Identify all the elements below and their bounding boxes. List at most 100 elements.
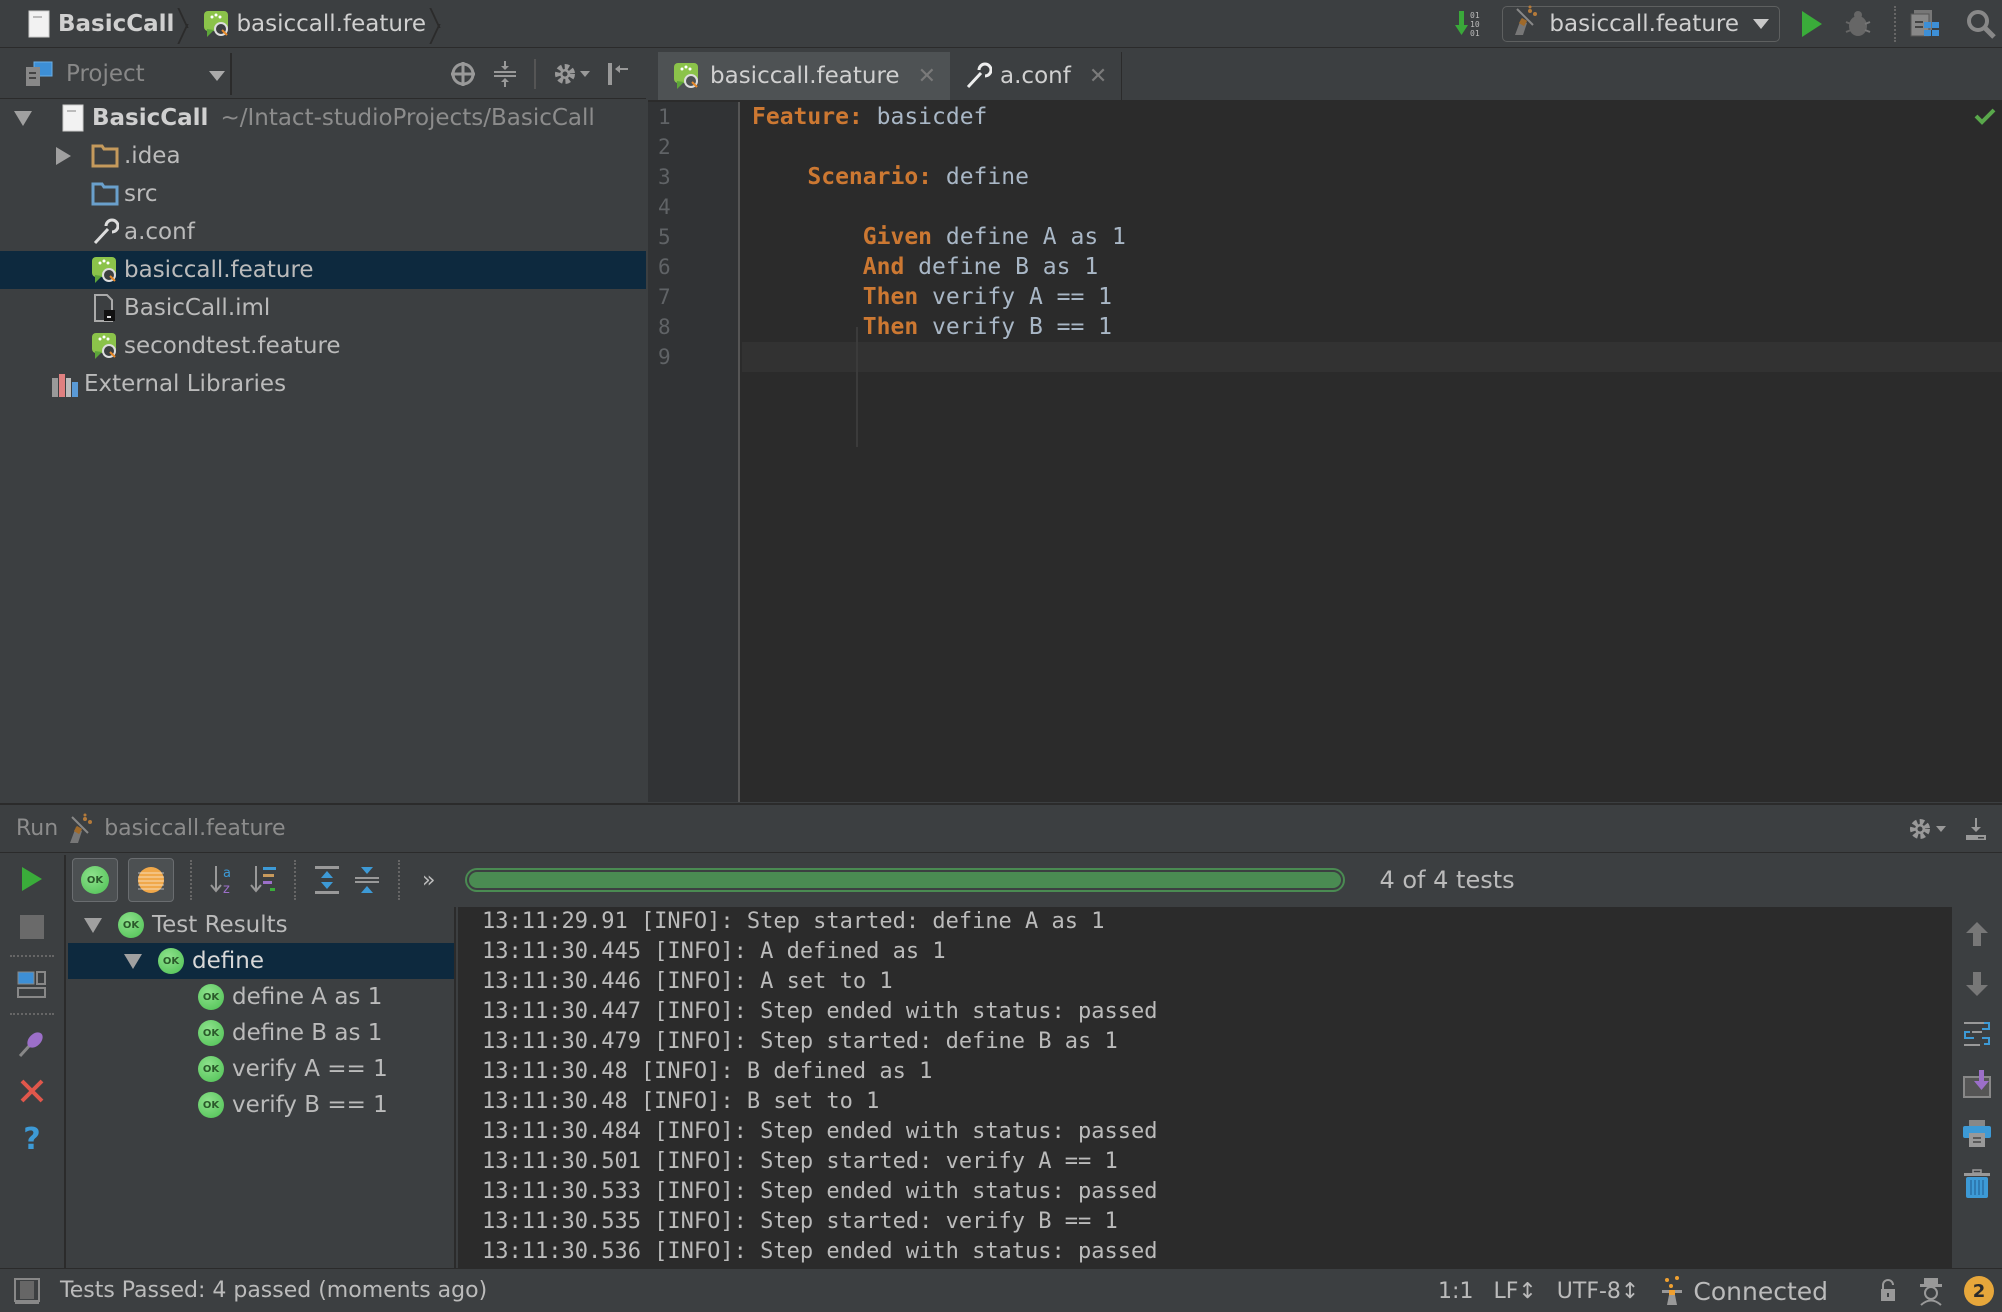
expand-arrow-icon[interactable]	[48, 147, 78, 165]
more-actions-icon[interactable]: »	[422, 868, 435, 893]
breadcrumb-label: basiccall.feature	[236, 10, 427, 37]
soft-wrap-button[interactable]	[1957, 1015, 1997, 1053]
test-node-label: verify B == 1	[232, 1092, 388, 1118]
expand-arrow-icon[interactable]	[118, 953, 148, 969]
sort-alphabetically-icon[interactable]: az	[208, 864, 238, 896]
console-toolbar	[1952, 907, 2002, 1270]
ok-icon: OK	[81, 866, 109, 894]
layout-button[interactable]	[0, 961, 65, 1009]
inspection-ok-icon[interactable]	[1974, 107, 1996, 129]
scroll-up-button[interactable]	[1957, 915, 1997, 953]
collapse-all-icon[interactable]	[492, 60, 518, 88]
breadcrumb-file[interactable]: basiccall.feature	[196, 0, 448, 48]
readonly-lock-icon[interactable]	[1878, 1279, 1898, 1303]
scroll-to-end-button[interactable]	[1957, 1065, 1997, 1103]
gear-icon[interactable]	[1907, 816, 1946, 842]
svg-text:01: 01	[1470, 11, 1480, 20]
pin-button[interactable]	[0, 1019, 65, 1067]
expand-arrow-icon[interactable]	[8, 110, 38, 126]
test-node-root[interactable]: OK Test Results	[68, 907, 454, 943]
locate-icon[interactable]	[450, 61, 476, 87]
indent-guide	[856, 327, 858, 447]
tab-basiccall-feature[interactable]: basiccall.feature ✕	[658, 52, 951, 100]
tree-item-idea[interactable]: .idea	[0, 137, 646, 175]
tree-item-external-libraries[interactable]: External Libraries	[0, 365, 646, 403]
hector-inspector-icon[interactable]	[1918, 1276, 1944, 1306]
close-icon[interactable]: ✕	[918, 64, 936, 89]
rerun-button[interactable]	[0, 855, 65, 903]
breadcrumb-label: BasicCall	[58, 10, 175, 37]
test-node-step[interactable]: OK verify A == 1	[68, 1051, 454, 1087]
code-line-current	[742, 342, 2002, 372]
svg-text:10: 10	[1470, 20, 1480, 29]
test-node-step[interactable]: OK verify B == 1	[68, 1087, 454, 1123]
console-line: 13:11:30.536 [INFO]: Step ended with sta…	[482, 1239, 1158, 1264]
project-view-selector[interactable]: Project	[66, 61, 145, 87]
ok-icon: OK	[198, 984, 224, 1010]
tree-item-secondtest-feature[interactable]: secondtest.feature	[0, 327, 646, 365]
run-configuration-selector[interactable]: basiccall.feature	[1502, 5, 1780, 42]
tree-item-basiccall-feature[interactable]: basiccall.feature	[0, 251, 646, 289]
gherkin-keyword: Given	[862, 224, 933, 250]
tree-item-basiccall-iml[interactable]: BasicCall.iml	[0, 289, 646, 327]
expand-all-icon[interactable]	[312, 864, 342, 896]
show-ignored-toggle[interactable]	[128, 858, 174, 902]
run-icon[interactable]	[1800, 9, 1824, 39]
debug-icon[interactable]	[1842, 8, 1876, 40]
iml-file-icon	[90, 293, 120, 323]
editor: basiccall.feature ✕ a.conf ✕ 1 2 3 4 5 6…	[648, 49, 2002, 802]
tree-item-basiccall[interactable]: BasicCall ~/Intact-studioProjects/BasicC…	[0, 99, 646, 137]
notifications-badge[interactable]: 2	[1964, 1276, 1994, 1306]
sort-by-duration-icon[interactable]	[248, 864, 278, 896]
caret-position[interactable]: 1:1	[1438, 1279, 1473, 1304]
tab-a-conf[interactable]: a.conf ✕	[950, 52, 1123, 100]
console-output[interactable]: 13:11:29.91 [INFO]: Step started: define…	[458, 907, 1952, 1270]
close-button[interactable]	[0, 1067, 65, 1115]
project-structure-icon[interactable]	[1910, 8, 1940, 40]
console-line: 13:11:30.484 [INFO]: Step ended with sta…	[482, 1119, 1158, 1144]
code-line: Scenario: define	[742, 162, 2002, 192]
console-line: 13:11:30.48 [INFO]: B defined as 1	[482, 1059, 933, 1084]
toolbar-separator	[10, 955, 54, 957]
chevron-down-icon[interactable]	[209, 71, 225, 81]
close-icon[interactable]: ✕	[1089, 64, 1107, 89]
code-text: verify A == 1	[918, 284, 1113, 310]
encoding-selector[interactable]: UTF-8↕	[1557, 1279, 1640, 1304]
vcs-update-icon[interactable]: 01 10 01	[1454, 8, 1486, 40]
gherkin-keyword: Then	[862, 314, 919, 340]
run-config-label[interactable]: basiccall.feature	[104, 816, 285, 841]
help-button[interactable]: ?	[0, 1115, 65, 1163]
breadcrumb-project[interactable]: BasicCall	[0, 0, 196, 48]
line-number: 7	[658, 285, 671, 309]
connection-status[interactable]: Connected	[1659, 1276, 1828, 1306]
tree-item-src[interactable]: src	[0, 175, 646, 213]
clear-all-button[interactable]	[1957, 1165, 1997, 1203]
gear-icon[interactable]	[552, 61, 590, 87]
stop-button[interactable]	[0, 903, 65, 951]
console-line: 13:11:30.501 [INFO]: Step started: verif…	[482, 1149, 1118, 1174]
line-number-gutter: 1 2 3 4 5 6 7 8 9	[648, 102, 740, 802]
hide-panel-icon[interactable]	[1964, 816, 1988, 842]
code-area[interactable]: Feature: basicdef Scenario: define Given…	[742, 102, 2002, 802]
test-node-step[interactable]: OK define A as 1	[68, 979, 454, 1015]
tree-item-a-conf[interactable]: a.conf	[0, 213, 646, 251]
run-config-label: basiccall.feature	[1549, 11, 1739, 37]
console-line: 13:11:29.91 [INFO]: Step started: define…	[482, 909, 1105, 934]
scroll-down-button[interactable]	[1957, 965, 1997, 1003]
hide-panel-icon[interactable]	[606, 61, 630, 87]
test-node-step[interactable]: OK define B as 1	[68, 1015, 454, 1051]
line-separator-selector[interactable]: LF↕	[1493, 1279, 1536, 1304]
print-button[interactable]	[1957, 1115, 1997, 1153]
test-node-label: define A as 1	[232, 984, 383, 1010]
collapse-all-icon[interactable]	[352, 864, 382, 896]
tool-windows-icon[interactable]	[14, 1277, 40, 1304]
expand-arrow-icon[interactable]	[78, 917, 108, 933]
help-icon: ?	[23, 1121, 41, 1157]
search-icon[interactable]	[1966, 9, 1996, 39]
ok-icon: OK	[158, 948, 184, 974]
show-passed-toggle[interactable]: OK	[72, 858, 118, 902]
status-message[interactable]: Tests Passed: 4 passed (moments ago)	[60, 1278, 487, 1303]
test-node-scenario[interactable]: OK define	[68, 943, 454, 979]
svg-text:z: z	[223, 882, 230, 896]
